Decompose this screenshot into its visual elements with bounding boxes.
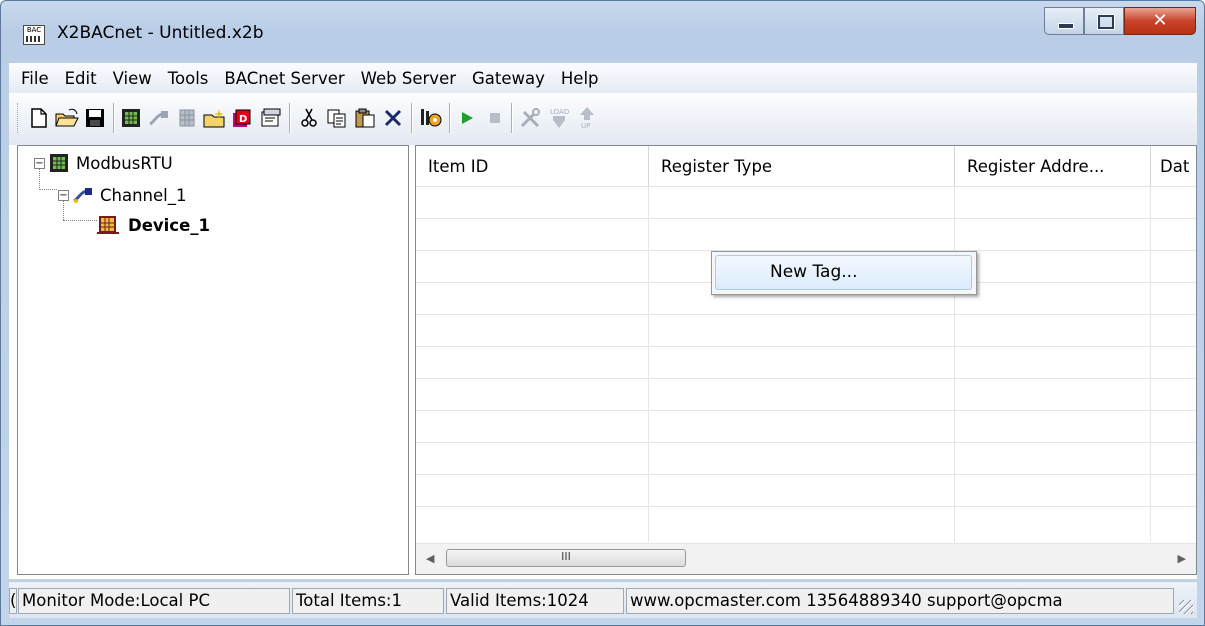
context-menu-new-tag[interactable]: New Tag... — [715, 255, 972, 290]
context-menu: New Tag... — [711, 251, 977, 295]
run-icon[interactable] — [455, 107, 479, 129]
new-device-icon[interactable]: D — [231, 107, 255, 129]
tree-label: ModbusRTU — [76, 153, 173, 173]
stop-icon[interactable] — [483, 107, 507, 129]
menu-file[interactable]: File — [9, 69, 57, 88]
new-file-icon[interactable] — [27, 107, 51, 129]
copy-icon[interactable] — [325, 107, 349, 129]
device-icon[interactable] — [119, 107, 143, 129]
menu-web-server[interactable]: Web Server — [353, 69, 464, 88]
app-icon: BAC — [23, 25, 45, 45]
paste-icon[interactable] — [353, 107, 377, 129]
open-folder-icon[interactable] — [55, 107, 79, 129]
scroll-right-icon[interactable]: ▶ — [1178, 552, 1186, 565]
window-title: X2BACnet - Untitled.x2b — [57, 23, 264, 43]
channel-icon[interactable] — [147, 107, 171, 129]
menu-tools[interactable]: Tools — [160, 69, 217, 88]
status-contact: www.opcmaster.com 13564889340 support@op… — [626, 588, 1174, 614]
tree-node-modbusrtu[interactable]: − ModbusRTU — [34, 150, 173, 176]
minimize-button[interactable] — [1044, 7, 1084, 35]
collapse-icon[interactable]: − — [34, 157, 45, 169]
app-window: BAC X2BACnet - Untitled.x2b ✕ File Edit … — [0, 0, 1205, 626]
channel-icon — [73, 188, 92, 203]
properties-icon[interactable] — [259, 107, 283, 129]
maximize-icon — [1098, 15, 1114, 29]
svg-text:UP: UP — [581, 122, 590, 130]
svg-text:LOAD: LOAD — [550, 108, 569, 116]
tools-icon[interactable] — [519, 107, 543, 129]
upload-icon[interactable]: UP — [575, 107, 599, 130]
status-total-items: Total Items:1 — [292, 588, 444, 614]
status-valid-items: Valid Items:1024 — [446, 588, 624, 614]
menu-help[interactable]: Help — [553, 69, 607, 88]
toolbar: D LOAD UP — [9, 93, 1197, 146]
tag-list[interactable]: Item ID Register Type Register Addre... … — [415, 145, 1197, 575]
title-bar[interactable]: BAC X2BACnet - Untitled.x2b ✕ — [1, 1, 1204, 53]
collapse-icon[interactable]: − — [58, 189, 69, 201]
tree-view[interactable]: − ModbusRTU − Channel_1 Device_1 — [17, 145, 409, 575]
menu-edit[interactable]: Edit — [57, 69, 105, 88]
column-item-id[interactable]: Item ID — [416, 146, 649, 186]
settings-icon[interactable] — [419, 107, 443, 129]
toolbar-grip[interactable] — [17, 103, 21, 133]
caption-buttons: ✕ — [1044, 7, 1196, 37]
list-header: Item ID Register Type Register Addre... … — [416, 146, 1196, 187]
device-icon — [97, 216, 119, 234]
menu-bacnet-server[interactable]: BACnet Server — [216, 69, 352, 88]
menu-bar: File Edit View Tools BACnet Server Web S… — [9, 63, 1197, 94]
scroll-thumb[interactable]: III — [446, 549, 686, 567]
tree-label-selected: Device_1 — [128, 215, 211, 235]
tree-label: Channel_1 — [100, 185, 187, 205]
load-icon[interactable]: LOAD — [547, 107, 571, 129]
horizontal-scrollbar[interactable]: ◀ III ▶ — [416, 543, 1196, 574]
close-icon: ✕ — [1152, 10, 1168, 31]
cut-icon[interactable] — [297, 107, 321, 129]
svg-text:D: D — [239, 114, 247, 125]
tag-icon[interactable] — [175, 107, 199, 129]
minimize-icon — [1058, 23, 1074, 29]
tree-node-channel[interactable]: − Channel_1 — [58, 182, 187, 208]
maximize-button[interactable] — [1084, 7, 1124, 35]
status-monitor-mode: Monitor Mode:Local PC — [18, 588, 290, 614]
device-group-icon — [50, 154, 68, 172]
status-bar: ( Monitor Mode:Local PC Total Items:1 Va… — [9, 581, 1197, 618]
delete-icon[interactable] — [381, 107, 405, 129]
new-channel-icon[interactable] — [203, 107, 227, 129]
save-icon[interactable] — [83, 107, 107, 129]
column-register-type[interactable]: Register Type — [649, 146, 955, 186]
close-button[interactable]: ✕ — [1124, 7, 1196, 35]
menu-view[interactable]: View — [105, 69, 160, 88]
column-data-type[interactable]: Dat — [1151, 146, 1196, 186]
resize-grip[interactable] — [1179, 600, 1193, 614]
menu-gateway[interactable]: Gateway — [464, 69, 553, 88]
scroll-left-icon[interactable]: ◀ — [426, 552, 434, 565]
tree-node-device[interactable]: Device_1 — [96, 212, 210, 238]
status-pane-clipped: ( — [9, 588, 17, 614]
column-register-address[interactable]: Register Addre... — [955, 146, 1151, 186]
